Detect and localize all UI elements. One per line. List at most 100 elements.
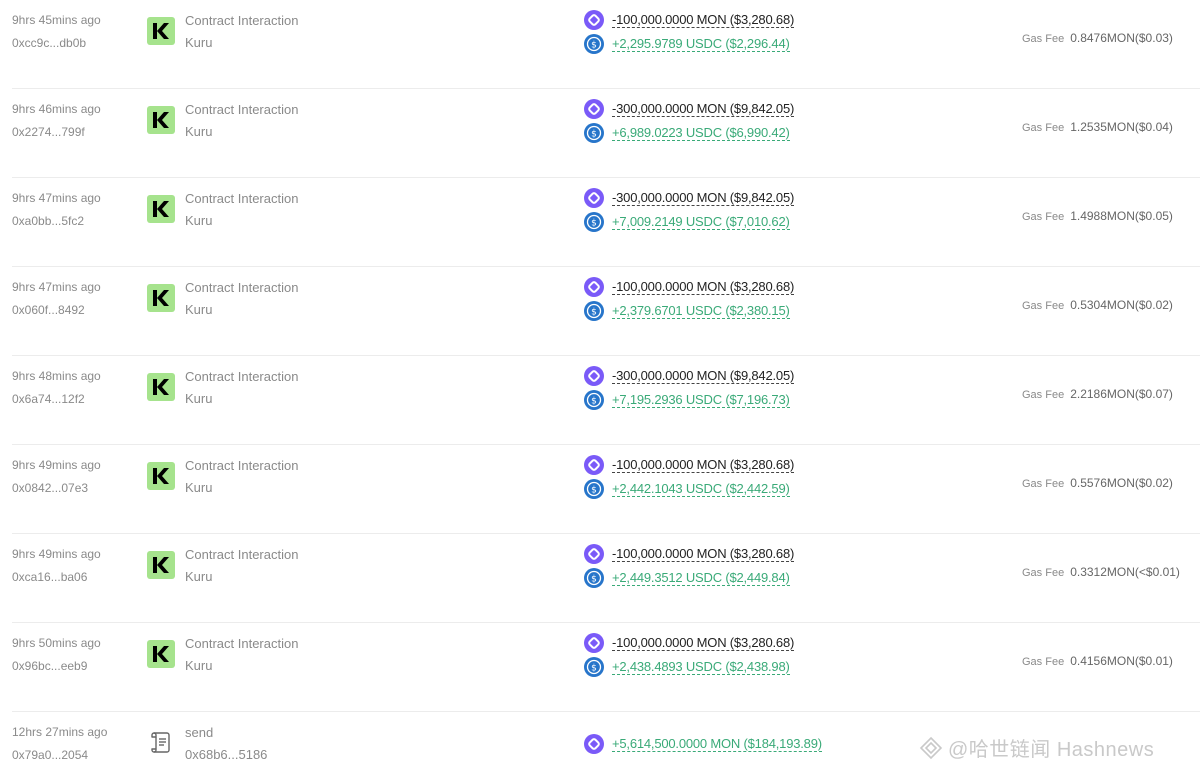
token-out-amount[interactable]: -300,000.0000 MON ($9,842.05) (612, 190, 794, 206)
mon-token-icon (584, 188, 604, 208)
tx-time: 9hrs 46mins ago (12, 102, 101, 116)
token-out-amount[interactable]: -100,000.0000 MON ($3,280.68) (612, 635, 794, 651)
tx-app-link[interactable]: Kuru (185, 124, 212, 139)
token-in-amount[interactable]: +2,442.1043 USDC ($2,442.59) (612, 481, 790, 497)
usdc-token-icon: $ (584, 568, 604, 588)
tx-hash-link[interactable]: 0xca16...ba06 (12, 570, 87, 584)
token-in-line: $ +2,442.1043 USDC ($2,442.59) (584, 479, 790, 499)
table-row: 9hrs 47mins ago 0x060f...8492 Contract I… (12, 267, 1200, 356)
token-out-line: -100,000.0000 MON ($3,280.68) (584, 455, 794, 475)
tx-app-link[interactable]: Kuru (185, 213, 212, 228)
tx-method: send (185, 725, 214, 740)
gas-fee-value: 0.4156MON($0.01) (1070, 654, 1173, 668)
token-out-line: -100,000.0000 MON ($3,280.68) (584, 277, 794, 297)
tx-hash-link[interactable]: 0x96bc...eeb9 (12, 659, 87, 673)
token-out-line: -100,000.0000 MON ($3,280.68) (584, 544, 794, 564)
mon-token-icon (584, 633, 604, 653)
tx-hash-link[interactable]: 0x6a74...12f2 (12, 392, 85, 406)
gas-fee: Gas Fee 1.2535MON($0.04) (1022, 120, 1173, 134)
tx-hash-link[interactable]: 0xa0bb...5fc2 (12, 214, 84, 228)
svg-text:$: $ (591, 486, 597, 496)
transaction-list: 9hrs 45mins ago 0xcc9c...db0b Contract I… (0, 0, 1200, 772)
tx-app-link[interactable]: Kuru (185, 658, 212, 673)
gas-fee-label: Gas Fee (1022, 478, 1065, 490)
usdc-token-icon: $ (584, 479, 604, 499)
tx-time: 9hrs 47mins ago (12, 191, 101, 205)
tx-hash-link[interactable]: 0xcc9c...db0b (12, 36, 86, 50)
token-out-amount[interactable]: -300,000.0000 MON ($9,842.05) (612, 101, 794, 117)
table-row: 9hrs 46mins ago 0x2274...799f Contract I… (12, 89, 1200, 178)
token-out-amount[interactable]: -100,000.0000 MON ($3,280.68) (612, 279, 794, 295)
token-out-line: -300,000.0000 MON ($9,842.05) (584, 366, 794, 386)
token-in-amount[interactable]: +6,989.0223 USDC ($6,990.42) (612, 125, 790, 141)
table-row: 9hrs 47mins ago 0xa0bb...5fc2 Contract I… (12, 178, 1200, 267)
usdc-token-icon: $ (584, 390, 604, 410)
gas-fee: Gas Fee 0.4156MON($0.01) (1022, 654, 1173, 668)
tx-method: Contract Interaction (185, 280, 299, 295)
tx-app-link[interactable]: Kuru (185, 391, 212, 406)
tx-method: Contract Interaction (185, 191, 299, 206)
token-in-amount[interactable]: +7,195.2936 USDC ($7,196.73) (612, 392, 790, 408)
gas-fee-value: 0.5304MON($0.02) (1070, 298, 1173, 312)
gas-fee-label: Gas Fee (1022, 300, 1065, 312)
table-row: 9hrs 48mins ago 0x6a74...12f2 Contract I… (12, 356, 1200, 445)
svg-text:$: $ (591, 575, 597, 585)
svg-text:$: $ (591, 308, 597, 318)
gas-fee: Gas Fee 0.3312MON(<$0.01) (1022, 565, 1180, 579)
kuru-logo-icon (147, 17, 175, 45)
token-in-line: $ +6,989.0223 USDC ($6,990.42) (584, 123, 790, 143)
gas-fee: Gas Fee 1.4988MON($0.05) (1022, 209, 1173, 223)
tx-hash-link[interactable]: 0x0842...07e3 (12, 481, 88, 495)
token-in-amount[interactable]: +2,379.6701 USDC ($2,380.15) (612, 303, 790, 319)
token-in-line: +5,614,500.0000 MON ($184,193.89) (584, 734, 822, 754)
token-out-line: -100,000.0000 MON ($3,280.68) (584, 10, 794, 30)
tx-app-link[interactable]: Kuru (185, 480, 212, 495)
gas-fee-value: 0.3312MON(<$0.01) (1070, 565, 1180, 579)
table-row: 9hrs 49mins ago 0xca16...ba06 Contract I… (12, 534, 1200, 623)
token-out-amount[interactable]: -100,000.0000 MON ($3,280.68) (612, 457, 794, 473)
svg-text:$: $ (591, 130, 597, 140)
tx-time: 9hrs 45mins ago (12, 13, 101, 27)
token-in-amount[interactable]: +2,449.3512 USDC ($2,449.84) (612, 570, 790, 586)
token-in-amount[interactable]: +7,009.2149 USDC ($7,010.62) (612, 214, 790, 230)
tx-time: 9hrs 49mins ago (12, 458, 101, 472)
tx-app-link[interactable]: Kuru (185, 569, 212, 584)
kuru-logo-icon (147, 284, 175, 312)
document-icon (147, 728, 175, 756)
tx-hash-link[interactable]: 0x060f...8492 (12, 303, 85, 317)
token-out-amount[interactable]: -300,000.0000 MON ($9,842.05) (612, 368, 794, 384)
tx-hash-link[interactable]: 0x2274...799f (12, 125, 85, 139)
tx-time: 9hrs 49mins ago (12, 547, 101, 561)
token-in-amount[interactable]: +5,614,500.0000 MON ($184,193.89) (612, 736, 822, 752)
kuru-logo-icon (147, 462, 175, 490)
mon-token-icon (584, 366, 604, 386)
token-in-amount[interactable]: +2,295.9789 USDC ($2,296.44) (612, 36, 790, 52)
tx-time: 9hrs 50mins ago (12, 636, 101, 650)
tx-counterparty-link[interactable]: 0x68b6...5186 (185, 747, 267, 762)
token-in-line: $ +2,438.4893 USDC ($2,438.98) (584, 657, 790, 677)
tx-method: Contract Interaction (185, 636, 299, 651)
token-out-amount[interactable]: -100,000.0000 MON ($3,280.68) (612, 12, 794, 28)
token-out-line: -100,000.0000 MON ($3,280.68) (584, 633, 794, 653)
tx-method: Contract Interaction (185, 102, 299, 117)
tx-app-link[interactable]: Kuru (185, 35, 212, 50)
kuru-logo-icon (147, 195, 175, 223)
tx-app-link[interactable]: Kuru (185, 302, 212, 317)
mon-token-icon (584, 544, 604, 564)
svg-text:$: $ (591, 664, 597, 674)
gas-fee-value: 1.2535MON($0.04) (1070, 120, 1173, 134)
gas-fee-value: 0.8476MON($0.03) (1070, 31, 1173, 45)
gas-fee-label: Gas Fee (1022, 656, 1065, 668)
usdc-token-icon: $ (584, 301, 604, 321)
tx-hash-link[interactable]: 0x79a0...2054 (12, 748, 88, 762)
watermark: @哈世链闻 Hashnews (918, 733, 1154, 762)
kuru-logo-icon (147, 106, 175, 134)
tx-time: 12hrs 27mins ago (12, 725, 108, 739)
svg-text:$: $ (591, 397, 597, 407)
gas-fee: Gas Fee 0.5576MON($0.02) (1022, 476, 1173, 490)
token-out-amount[interactable]: -100,000.0000 MON ($3,280.68) (612, 546, 794, 562)
usdc-token-icon: $ (584, 34, 604, 54)
token-in-amount[interactable]: +2,438.4893 USDC ($2,438.98) (612, 659, 790, 675)
gas-fee-label: Gas Fee (1022, 33, 1065, 45)
kuru-logo-icon (147, 373, 175, 401)
